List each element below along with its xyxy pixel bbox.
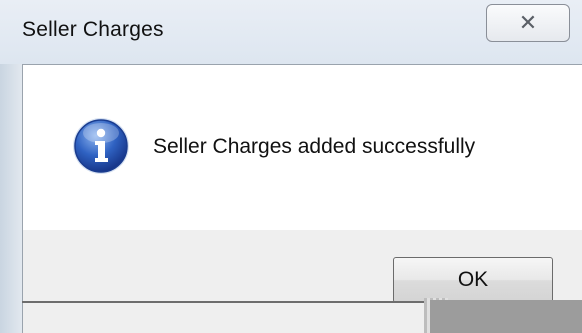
window-frame-left [0, 64, 22, 333]
window-title: Seller Charges [22, 18, 164, 41]
message-panel: Seller Charges added successfully [22, 64, 582, 230]
ok-button-label: OK [457, 268, 489, 291]
message-text: Seller Charges added successfully [153, 135, 476, 158]
window-shadow [430, 300, 582, 333]
close-button[interactable]: ✕ [486, 4, 570, 42]
information-icon [73, 118, 129, 174]
close-icon: ✕ [518, 10, 538, 36]
ok-button[interactable]: OK [393, 257, 553, 303]
bottom-border [22, 301, 432, 303]
message-dialog: Seller Charges ✕ Seller Charges added su… [0, 0, 582, 333]
